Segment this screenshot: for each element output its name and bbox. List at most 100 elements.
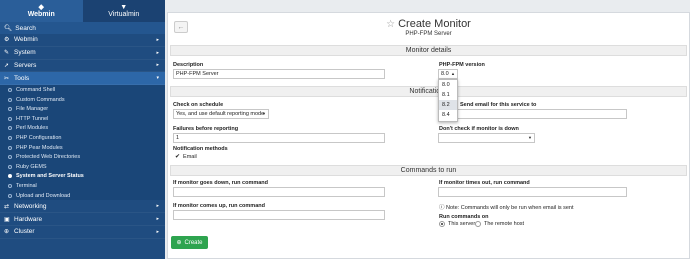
sidebar-item-system-server-status[interactable]: System and Server Status	[0, 172, 165, 182]
notif-email-checkbox[interactable]: ✔ Email	[175, 153, 197, 161]
sidebar-item-perl-modules[interactable]: Perl Modules	[0, 124, 165, 134]
sidebar-item-ruby-gems[interactable]: Ruby GEMS	[0, 162, 165, 172]
sidebar-category-label: Networking	[14, 202, 47, 210]
sidebar-item-protected-web-directories[interactable]: Protected Web Directories	[0, 152, 165, 162]
search-icon: 🔍︎	[4, 25, 13, 32]
star-icon[interactable]: ☆	[386, 19, 395, 30]
tab-webmin-label: Webmin	[27, 11, 55, 18]
tab-virtualmin-label: Virtualmin	[108, 11, 140, 18]
php-version-option[interactable]: 8.1	[439, 90, 457, 100]
section-header-notifications: Notifications	[170, 86, 687, 97]
caret-down-icon: ▼	[262, 111, 266, 116]
sidebar-item-label: Protected Web Directories	[16, 154, 81, 161]
create-button-label: Create	[184, 239, 203, 246]
bullet-icon	[8, 183, 12, 188]
sidebar-item-custom-commands[interactable]: Custom Commands	[0, 95, 165, 105]
failures-label: Failures before reporting	[173, 126, 239, 132]
php-version-select[interactable]: 8.0 ▲	[438, 69, 458, 79]
sidebar-item-terminal[interactable]: Terminal	[0, 181, 165, 191]
bullet-icon	[8, 135, 12, 140]
page-title: Create Monitor	[398, 18, 471, 30]
failures-input[interactable]: 1	[173, 133, 385, 143]
send-email-input[interactable]	[438, 109, 627, 119]
sidebar-item-label: Terminal	[16, 182, 37, 189]
sidebar-category-networking[interactable]: ⇄ Networking ▸	[0, 200, 165, 214]
sidebar-tabs: ◆ Webmin ▼ Virtualmin	[0, 0, 165, 22]
bullet-icon	[8, 116, 12, 121]
run-on-remote-host-radio[interactable]: The remote host	[475, 221, 524, 227]
sidebar: ◆ Webmin ▼ Virtualmin 🔍︎ Search ⚙ Webmin…	[0, 0, 165, 259]
run-on-this-server-radio[interactable]: This server	[439, 221, 475, 227]
page-title-row: ☆ Create Monitor	[168, 18, 689, 30]
virtualmin-logo-icon: ▼	[120, 4, 128, 11]
notif-methods-label: Notification methods	[173, 146, 228, 152]
cmd-up-label: If monitor comes up, run command	[173, 203, 265, 209]
sidebar-category-cluster[interactable]: ⊕ Cluster ▸	[0, 226, 165, 239]
sidebar-category-label: Webmin	[14, 36, 38, 44]
section-header-monitor-details: Monitor details	[170, 45, 687, 56]
sidebar-category-label: Tools	[14, 74, 30, 82]
plus-circle-icon: ⊕	[176, 240, 182, 246]
bullet-icon	[8, 174, 12, 179]
radio-unselected-icon	[475, 221, 481, 227]
sidebar-category-hardware[interactable]: ▣ Hardware ▸	[0, 213, 165, 226]
php-version-option[interactable]: 8.4	[439, 110, 457, 120]
sidebar-item-label: PHP Configuration	[16, 134, 62, 141]
sidebar-item-file-manager[interactable]: File Manager	[0, 104, 165, 114]
webmin-logo-icon: ◆	[38, 4, 44, 11]
php-version-dropdown: 8.0 8.1 8.2 8.4	[438, 79, 458, 122]
chevron-right-icon: ▸	[156, 49, 159, 56]
sidebar-search-label: Search	[15, 24, 36, 32]
run-on-option-label: This server	[448, 221, 476, 227]
description-label: Description	[173, 62, 204, 68]
tab-virtualmin[interactable]: ▼ Virtualmin	[83, 0, 166, 22]
sidebar-category-tools[interactable]: ✂ Tools ▾	[0, 72, 165, 86]
sidebar-item-label: HTTP Tunnel	[16, 115, 49, 122]
create-button[interactable]: ⊕ Create	[171, 236, 208, 249]
tools-icon: ✂	[4, 75, 10, 82]
description-input[interactable]: PHP-FPM Server	[173, 69, 385, 79]
caret-down-icon: ▼	[528, 135, 532, 140]
bullet-icon	[8, 155, 12, 160]
cmd-timeout-input[interactable]	[438, 187, 627, 197]
php-version-option[interactable]: 8.0	[439, 80, 457, 90]
sidebar-item-label: Ruby GEMS	[16, 163, 47, 170]
tab-webmin[interactable]: ◆ Webmin	[0, 0, 83, 22]
dont-check-select[interactable]: ▼	[438, 133, 535, 143]
sidebar-item-label: System and Server Status	[16, 173, 84, 180]
cmd-up-input[interactable]	[173, 210, 385, 220]
sidebar-item-upload-download[interactable]: Upload and Download	[0, 191, 165, 201]
cmd-timeout-label: If monitor times out, run command	[439, 180, 530, 186]
sidebar-category-webmin[interactable]: ⚙ Webmin ▸	[0, 34, 165, 47]
sidebar-item-php-pear-modules[interactable]: PHP Pear Modules	[0, 143, 165, 153]
check-schedule-value: Yes, and use default reporting mode	[176, 111, 265, 117]
commands-note-text: Note: Commands will only be run when ema…	[446, 205, 574, 211]
cmd-down-input[interactable]	[173, 187, 385, 197]
sidebar-item-php-configuration[interactable]: PHP Configuration	[0, 133, 165, 143]
dont-check-label: Don't check if monitor is down	[439, 126, 519, 132]
sidebar-item-command-shell[interactable]: Command Shell	[0, 85, 165, 95]
chevron-right-icon: ▸	[156, 216, 159, 222]
sidebar-item-label: PHP Pear Modules	[16, 144, 63, 151]
sidebar-item-label: Perl Modules	[16, 125, 49, 132]
sidebar-category-servers[interactable]: ➚ Servers ▸	[0, 60, 165, 73]
check-schedule-select[interactable]: Yes, and use default reporting mode ▼	[173, 109, 269, 119]
check-schedule-label: Check on schedule	[173, 102, 224, 108]
page-header: ☆ Create Monitor PHP-FPM Server	[168, 18, 689, 37]
sidebar-item-http-tunnel[interactable]: HTTP Tunnel	[0, 114, 165, 124]
wrench-icon: ✎	[4, 50, 10, 57]
php-version-option[interactable]: 8.2	[439, 100, 457, 110]
caret-down-icon: ▲	[451, 71, 455, 76]
sidebar-search[interactable]: 🔍︎ Search	[0, 22, 165, 34]
send-email-label: Send email for this service to	[460, 102, 537, 108]
network-icon: ⇄	[4, 203, 10, 210]
section-header-commands: Commands to run	[170, 165, 687, 176]
sidebar-tools-list: Command Shell Custom Commands File Manag…	[0, 85, 165, 201]
chevron-right-icon: ▸	[156, 228, 159, 235]
hardware-icon: ▣	[4, 216, 10, 223]
sidebar-category-system[interactable]: ✎ System ▸	[0, 47, 165, 60]
bullet-icon	[8, 193, 12, 198]
checkmark-icon: ✔	[175, 154, 181, 160]
chevron-right-icon: ▸	[156, 203, 159, 210]
bullet-icon	[8, 126, 12, 131]
